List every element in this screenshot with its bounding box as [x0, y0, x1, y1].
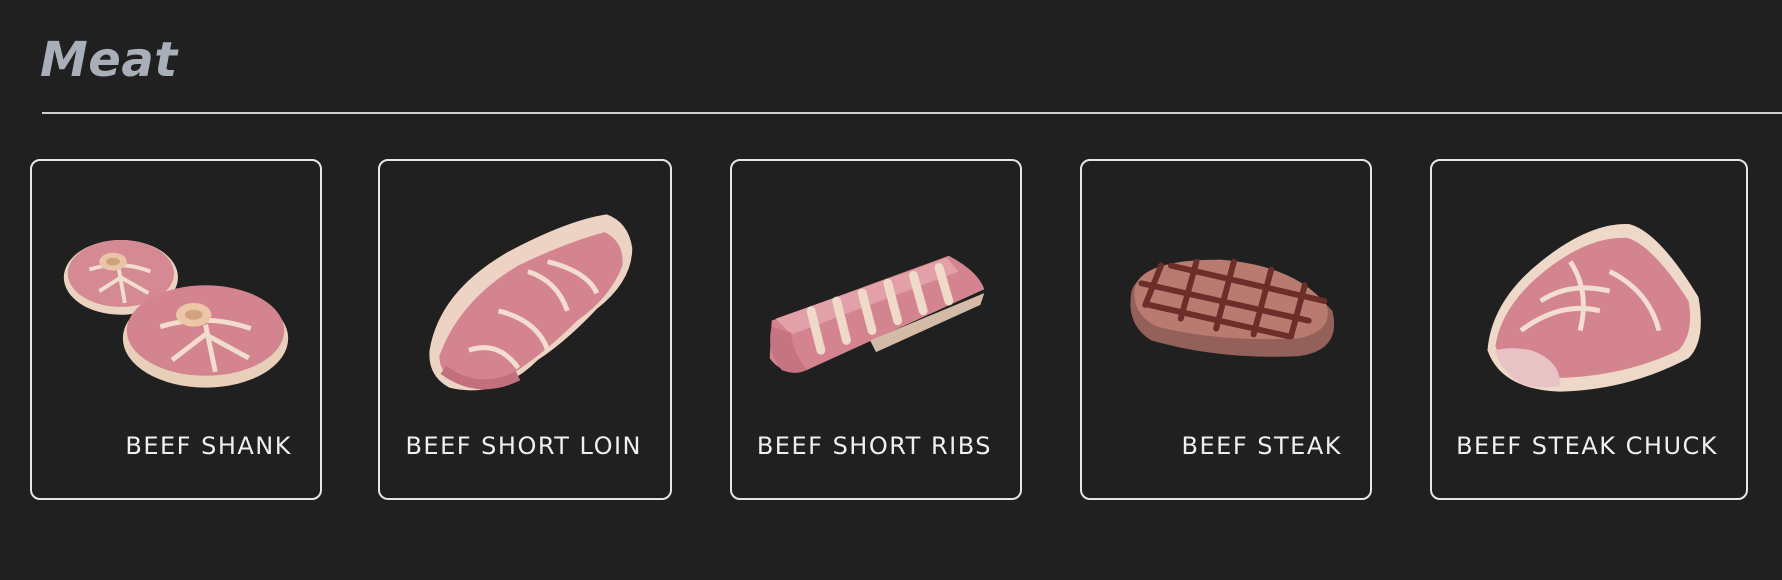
beef-short-ribs-icon: [769, 255, 985, 373]
section-title: Meat: [40, 32, 178, 88]
beef-steak-chuck-icon: [1487, 224, 1701, 392]
beef-shank-icon: [63, 239, 289, 388]
product-card-beef-shank[interactable]: BEEF SHANK: [30, 159, 322, 500]
product-card-beef-steak-chuck[interactable]: BEEF STEAK CHUCK: [1430, 159, 1748, 500]
product-name: BEEF STEAK CHUCK: [1456, 432, 1718, 460]
product-card-beef-steak[interactable]: BEEF STEAK: [1080, 159, 1372, 500]
product-name: BEEF SHANK: [125, 432, 292, 460]
beef-steak-icon: [1130, 258, 1335, 357]
product-name: BEEF SHORT LOIN: [405, 432, 642, 460]
product-card-beef-short-loin[interactable]: BEEF SHORT LOIN: [378, 159, 672, 500]
beef-short-loin-icon: [429, 214, 633, 391]
meat-category-page: Meat BEEF SHANK BEEF SHORT LOIN BEEF SHO…: [0, 0, 1782, 580]
product-card-beef-short-ribs[interactable]: BEEF SHORT RIBS: [730, 159, 1022, 500]
product-name: BEEF STEAK: [1181, 432, 1342, 460]
section-divider: [42, 112, 1782, 114]
product-name: BEEF SHORT RIBS: [756, 432, 992, 460]
